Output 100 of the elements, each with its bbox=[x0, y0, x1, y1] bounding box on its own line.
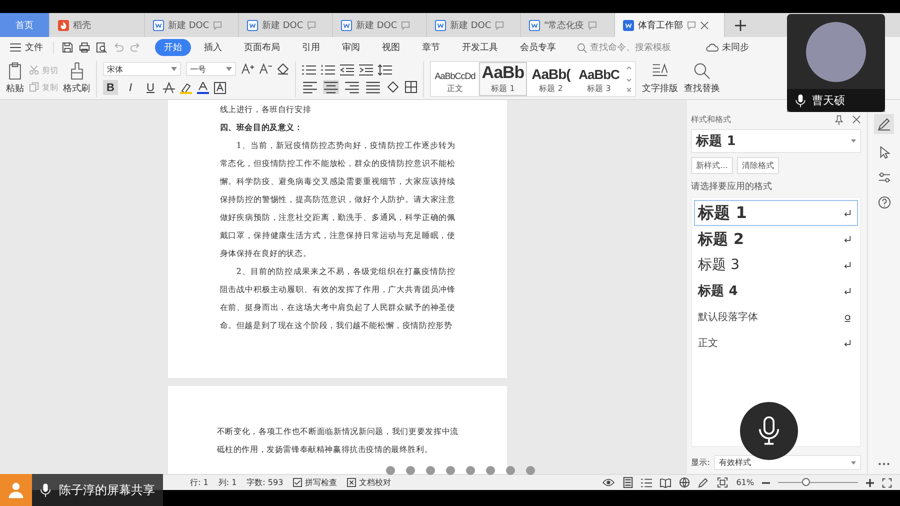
style-item[interactable]: 标题 3 bbox=[694, 252, 858, 278]
caret-icon bbox=[851, 460, 856, 464]
comment-icon bbox=[307, 20, 316, 30]
sync-status[interactable]: 未同步 bbox=[706, 41, 749, 54]
ribbon-tab[interactable]: 审阅 bbox=[333, 39, 369, 56]
status-text: 行: 1 bbox=[190, 477, 208, 488]
style-preset[interactable]: AaBbCcDd 正文 bbox=[431, 62, 479, 96]
outline-view-icon[interactable] bbox=[641, 478, 652, 488]
format-toggle[interactable]: I bbox=[123, 80, 138, 95]
fullscreen-icon[interactable] bbox=[882, 478, 892, 488]
outdent-icon[interactable] bbox=[340, 64, 354, 76]
align-icon[interactable] bbox=[302, 80, 318, 94]
cross-box-icon bbox=[347, 478, 356, 487]
pen-icon[interactable] bbox=[874, 114, 894, 134]
border-icon[interactable] bbox=[405, 80, 417, 92]
align-icon[interactable] bbox=[344, 80, 360, 94]
line-spacing-icon[interactable] bbox=[378, 64, 392, 76]
document-tab[interactable]: 体育工作部 bbox=[615, 13, 725, 37]
bullet-list-icon[interactable] bbox=[302, 64, 316, 76]
font-dropdown[interactable]: 宋体 bbox=[103, 62, 181, 76]
character-border-icon[interactable] bbox=[214, 82, 226, 94]
help-icon[interactable] bbox=[878, 196, 891, 209]
ribbon-tab[interactable]: 会员专享 bbox=[511, 39, 565, 56]
caret-icon bbox=[171, 67, 177, 71]
paragraph: 不断变化，各项工作也不断面临新情况新问题，我们更要发挥中流砥柱的作用，发扬雷锋奉献精神赢得抗击疫情的最终胜利。 bbox=[216, 425, 458, 456]
format-toggle[interactable]: B bbox=[103, 80, 118, 95]
style-item[interactable]: 默认段落字体 bbox=[694, 304, 858, 330]
document-icon bbox=[153, 20, 164, 30]
ribbon-tab[interactable]: 插入 bbox=[195, 39, 231, 56]
highlighter-icon[interactable] bbox=[180, 82, 192, 94]
ribbon-tab[interactable]: 视图 bbox=[373, 39, 409, 56]
shading-icon[interactable] bbox=[386, 80, 400, 92]
file-menu[interactable]: 文件 bbox=[10, 41, 49, 54]
show-dropdown[interactable]: 有效样式 bbox=[714, 455, 862, 470]
style-preset[interactable]: AaBbC 标题 3 bbox=[575, 62, 623, 96]
eye-icon[interactable] bbox=[602, 478, 616, 487]
grow-font-icon[interactable] bbox=[241, 63, 254, 75]
panel-label: 请选择要应用的格式 bbox=[691, 180, 774, 193]
style-preset[interactable]: AaBb 标题 1 bbox=[479, 62, 527, 96]
close-icon[interactable] bbox=[700, 20, 709, 30]
proofread-button[interactable]: 文档校对 bbox=[347, 477, 392, 488]
align-icon[interactable] bbox=[365, 80, 381, 94]
find-replace-button[interactable]: 查找替换 bbox=[684, 62, 720, 95]
ribbon-tab[interactable]: 开发工具 bbox=[453, 39, 507, 56]
microphone-icon bbox=[758, 416, 780, 446]
format-painter-button[interactable]: 格式刷 bbox=[63, 62, 90, 95]
sliders-icon[interactable] bbox=[878, 171, 891, 184]
comment-icon bbox=[588, 20, 598, 30]
print-icon[interactable] bbox=[79, 42, 90, 53]
paste-button[interactable]: 粘贴 bbox=[6, 62, 24, 95]
save-icon[interactable] bbox=[62, 42, 73, 53]
ribbon-tab[interactable]: 引用 bbox=[293, 39, 329, 56]
document-icon bbox=[623, 20, 634, 30]
pin-icon[interactable] bbox=[834, 114, 844, 124]
format-toggle[interactable]: U bbox=[143, 80, 158, 95]
new-style-button[interactable]: 新样式... bbox=[691, 157, 733, 174]
style-item[interactable]: 标题 2 bbox=[694, 226, 858, 252]
ribbon-tab[interactable]: 章节 bbox=[413, 39, 449, 56]
person-icon bbox=[7, 481, 25, 499]
page-view-icon[interactable] bbox=[623, 477, 634, 488]
new-tab-icon[interactable] bbox=[735, 20, 746, 30]
pen-icon[interactable] bbox=[698, 477, 710, 488]
globe-icon[interactable] bbox=[679, 477, 690, 488]
flame-icon bbox=[58, 20, 69, 30]
style-item[interactable]: 标题 1 bbox=[694, 200, 858, 226]
eraser-icon[interactable] bbox=[277, 63, 289, 75]
strikethrough-icon[interactable] bbox=[163, 82, 175, 94]
indent-icon[interactable] bbox=[359, 64, 373, 76]
comment-icon bbox=[495, 20, 504, 30]
gallery-scroll-icon[interactable] bbox=[626, 64, 632, 94]
checkbox-icon bbox=[293, 478, 302, 487]
style-preset[interactable]: AaBb( 标题 2 bbox=[527, 62, 575, 96]
cursor-icon[interactable] bbox=[878, 146, 891, 159]
ribbon-tab[interactable]: 开始 bbox=[155, 39, 191, 56]
clear-format-button[interactable]: 清除格式 bbox=[736, 157, 779, 174]
caret-icon bbox=[226, 67, 232, 71]
zoom-in-icon[interactable] bbox=[866, 478, 874, 486]
font-color-icon[interactable] bbox=[197, 82, 209, 94]
book-icon[interactable] bbox=[660, 478, 672, 488]
status-text: 字数: 593 bbox=[246, 477, 284, 488]
paragraph: 2、目前的防控成果来之不易，各级党组织在打赢疫情防控阻击战中积极主动履职、有效的发挥了作用，广大共青团员冲锋在前、挺身而出，在这场大考中肩负起了人民群众赋予的神圣使命。但越是到了现在这个阶段，我们越不能松懈，疫情防控形势 bbox=[220, 265, 456, 332]
status-text: 列: 1 bbox=[218, 477, 237, 488]
numbered-list-icon[interactable] bbox=[321, 64, 335, 76]
zoom-level[interactable]: 61% bbox=[736, 478, 754, 487]
zoom-slider-thumb[interactable] bbox=[802, 478, 810, 486]
copy-icon bbox=[29, 82, 39, 92]
align-icon[interactable] bbox=[323, 80, 339, 94]
style-item[interactable]: 正文 bbox=[694, 330, 858, 356]
print-preview-icon[interactable] bbox=[96, 42, 107, 53]
close-icon[interactable] bbox=[852, 115, 862, 124]
more-icon[interactable] bbox=[878, 462, 890, 466]
fit-page-icon[interactable] bbox=[717, 477, 728, 488]
ribbon-tab[interactable]: 页面布局 bbox=[235, 39, 289, 56]
current-style-dropdown[interactable]: 标题 1 bbox=[691, 129, 862, 153]
style-item[interactable]: 标题 4 bbox=[694, 278, 858, 304]
font-size-dropdown[interactable]: 一号 bbox=[186, 62, 236, 76]
shrink-font-icon[interactable] bbox=[259, 63, 272, 75]
spell-check-button[interactable]: 拼写检查 bbox=[293, 477, 338, 488]
text-layout-button[interactable]: 文字排版 bbox=[642, 62, 678, 95]
screen-share-label: 陈子淳的屏幕共享 bbox=[59, 482, 155, 498]
